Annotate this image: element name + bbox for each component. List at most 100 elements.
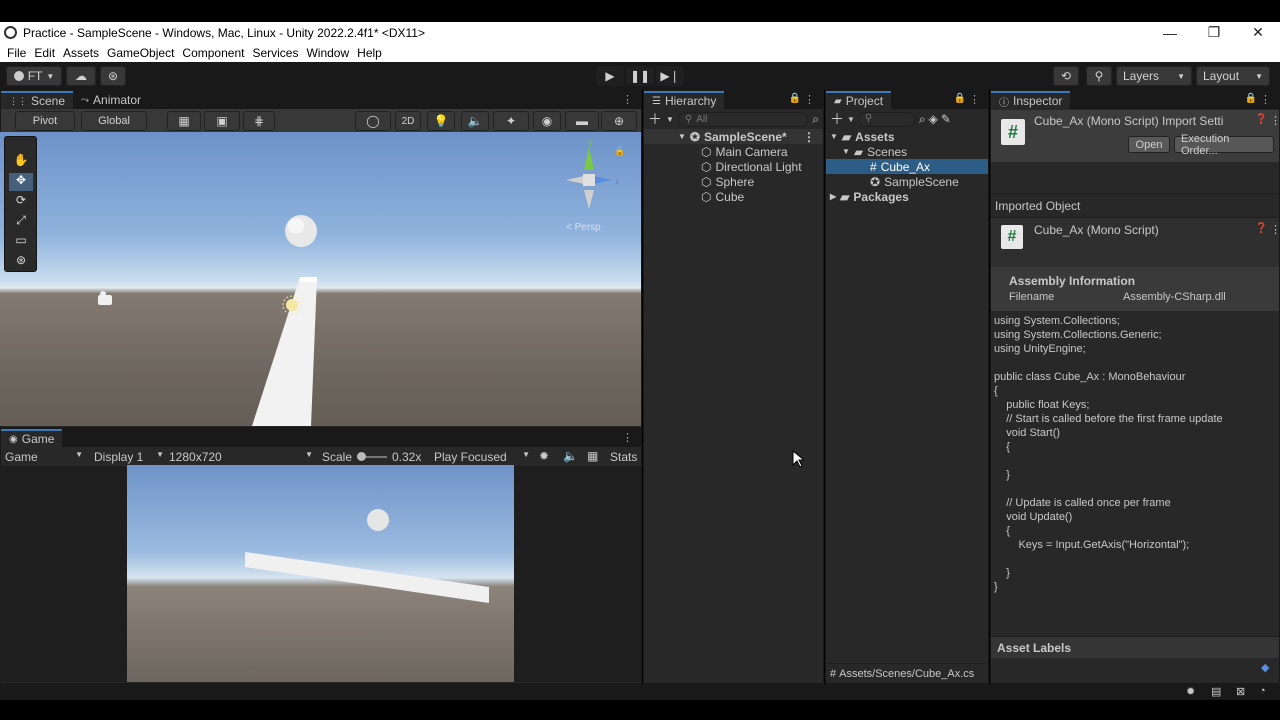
mouse-cursor-icon: [792, 450, 804, 468]
panel-menu-icon[interactable]: ⋮: [804, 93, 815, 106]
menu-gameobject[interactable]: GameObject: [107, 46, 174, 60]
tab-inspector[interactable]: ⓘ Inspector: [991, 91, 1071, 109]
lighting-toggle[interactable]: 💡: [427, 111, 455, 131]
search-by-type-icon[interactable]: ⌕: [919, 112, 926, 127]
panel-menu-icon[interactable]: ⋮: [1260, 93, 1271, 106]
draw-mode-button[interactable]: ◯: [355, 111, 391, 131]
panel-menu-icon[interactable]: ⋮: [622, 93, 633, 106]
layers-dropdown[interactable]: Layers ▼: [1116, 66, 1192, 86]
asset-labels-section[interactable]: Asset Labels: [991, 636, 1279, 658]
hierarchy-item[interactable]: ⬡ Main Camera: [644, 144, 823, 159]
tab-hierarchy[interactable]: ☰ Hierarchy: [644, 91, 725, 109]
camera-gizmo-icon[interactable]: [98, 291, 112, 305]
menu-component[interactable]: Component: [182, 46, 244, 60]
history-button[interactable]: ⟲: [1053, 66, 1079, 86]
display-dropdown[interactable]: Display 1 ▼: [94, 450, 164, 464]
tree-item-assets[interactable]: ▼ ▰ Assets: [826, 129, 988, 144]
grid-snap-button[interactable]: ▦: [167, 111, 201, 131]
menu-edit[interactable]: Edit: [34, 46, 55, 60]
game-viewport[interactable]: [127, 465, 514, 682]
close-button[interactable]: ✕: [1236, 24, 1280, 41]
lock-icon[interactable]: 🔒: [789, 93, 801, 104]
hidden-objects-toggle[interactable]: ◉: [533, 111, 561, 131]
chevron-down-icon[interactable]: ▼: [847, 115, 855, 124]
keyboard-icon[interactable]: ▦: [587, 449, 598, 463]
menu-services[interactable]: Services: [252, 46, 298, 60]
search-button[interactable]: ⚲: [1086, 66, 1112, 86]
resolution-dropdown[interactable]: 1280x720 ▼: [169, 450, 313, 464]
perspective-label[interactable]: < Persp: [566, 222, 601, 233]
tab-scene[interactable]: ⋮⋮ Scene: [1, 91, 74, 109]
grid-visibility-button[interactable]: ⋕: [243, 111, 275, 131]
menu-assets[interactable]: Assets: [63, 46, 99, 60]
scene-viewport[interactable]: ✋ ✥ ⟳ ⤢ ▭ ⊛ y z 🔒 < Persp: [0, 132, 641, 426]
component-menu-icon[interactable]: ⋮: [1270, 114, 1279, 127]
camera-settings-button[interactable]: ▬: [565, 111, 599, 131]
code-line: }: [994, 567, 1010, 579]
audio-mute-icon[interactable]: 🔈: [563, 449, 578, 463]
orientation-gizmo[interactable]: y z 🔒: [566, 137, 625, 209]
stats-button[interactable]: Stats: [610, 450, 637, 464]
account-dropdown[interactable]: FT ▼: [6, 66, 62, 86]
scene-menu-icon[interactable]: ⋮: [803, 130, 815, 144]
scan-icon[interactable]: ⊠: [1236, 685, 1245, 698]
play-button[interactable]: ▶: [596, 66, 624, 86]
restore-button[interactable]: ❐: [1192, 24, 1236, 41]
view-select-dropdown[interactable]: Game ▼: [5, 450, 83, 464]
tab-game[interactable]: ◉ Game: [1, 429, 63, 447]
help-icon[interactable]: ❓: [1255, 114, 1267, 125]
play-mode-dropdown[interactable]: Play Focused ▼: [434, 450, 530, 464]
menu-window[interactable]: Window: [306, 46, 349, 60]
open-button[interactable]: Open: [1128, 136, 1170, 153]
hierarchy-item[interactable]: ⬡ Sphere: [644, 174, 823, 189]
scale-slider-thumb[interactable]: [357, 452, 366, 461]
lock-icon[interactable]: 🔒: [954, 93, 966, 104]
add-icon[interactable]: ＋: [830, 109, 844, 129]
component-menu-icon[interactable]: ⋮: [1270, 223, 1279, 236]
memory-icon[interactable]: ▤: [1211, 685, 1221, 698]
collab-button[interactable]: ⊛: [100, 66, 126, 86]
assembly-section: Assembly Information Filename Assembly-C…: [991, 267, 1279, 311]
project-search-input[interactable]: ⚲: [857, 111, 916, 127]
chevron-down-icon[interactable]: ▼: [666, 115, 674, 124]
scale-slider[interactable]: [357, 452, 387, 461]
pivot-dropdown[interactable]: Pivot: [15, 111, 75, 131]
menu-help[interactable]: Help: [357, 46, 382, 60]
minimize-button[interactable]: —: [1148, 25, 1192, 41]
hierarchy-item[interactable]: ⬡ Cube: [644, 189, 823, 204]
panel-menu-icon[interactable]: ⋮: [622, 431, 633, 444]
2d-toggle[interactable]: 2D: [395, 111, 421, 131]
bug-icon[interactable]: ✹: [539, 449, 549, 463]
tree-item-scene-file[interactable]: ✪ SampleScene: [826, 174, 988, 189]
tab-animator[interactable]: ⤳ Animator: [73, 91, 149, 109]
panel-menu-icon[interactable]: ⋮: [969, 93, 980, 106]
tree-item-script-selected[interactable]: # Cube_Ax: [826, 159, 988, 174]
label-filter-icon[interactable]: ◈: [929, 112, 938, 126]
scene-root-item[interactable]: ▼ ✪ SampleScene* ⋮: [644, 129, 823, 144]
lock-icon[interactable]: 🔒: [1245, 93, 1257, 104]
tab-project[interactable]: ▰ Project: [826, 91, 892, 109]
favorite-icon[interactable]: ✎: [941, 112, 951, 126]
hierarchy-search-input[interactable]: ⚲ All: [677, 111, 809, 127]
cloud-button[interactable]: ☁: [66, 66, 96, 86]
audio-toggle[interactable]: 🔈: [461, 111, 489, 131]
pause-button[interactable]: ❚❚: [626, 66, 654, 86]
scene-filter-icon[interactable]: ⌕: [812, 112, 819, 127]
add-icon[interactable]: ＋: [648, 109, 662, 129]
help-icon[interactable]: ❓: [1255, 223, 1267, 234]
menu-file[interactable]: File: [7, 46, 26, 60]
progress-icon[interactable]: ◔: [1259, 685, 1266, 697]
hierarchy-item[interactable]: ⬡ Directional Light: [644, 159, 823, 174]
tree-item-scenes[interactable]: ▼ ▰ Scenes: [826, 144, 988, 159]
layout-dropdown[interactable]: Layout ▼: [1196, 66, 1270, 86]
global-dropdown[interactable]: Global: [81, 111, 147, 131]
debug-icon[interactable]: ✹: [1186, 685, 1195, 698]
snap-increment-button[interactable]: ▣: [204, 111, 240, 131]
step-button[interactable]: ▶❘: [656, 66, 684, 86]
effects-toggle[interactable]: ✦: [493, 111, 529, 131]
chevron-down-icon: ▼: [842, 147, 850, 156]
gizmos-button[interactable]: ⊕: [601, 111, 637, 131]
label-tag-icon[interactable]: ◆: [1261, 661, 1269, 674]
tree-item-packages[interactable]: ▶ ▰ Packages: [826, 189, 988, 204]
execution-order-button[interactable]: Execution Order...: [1174, 133, 1274, 157]
